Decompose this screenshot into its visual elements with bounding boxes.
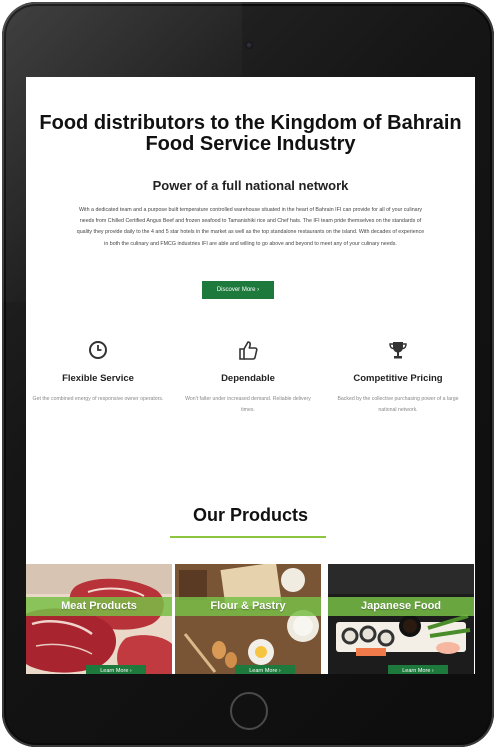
hero-subtitle: Power of a full national network — [152, 178, 349, 193]
product-name: Japanese Food — [328, 597, 474, 616]
feature-description: Backed by the collective purchasing powe… — [337, 396, 459, 413]
products-heading: Our Products — [192, 505, 308, 525]
feature-flexible-service: Flexible Service Get the combined energy… — [28, 339, 168, 405]
learn-more-button[interactable]: Learn More › — [235, 665, 295, 674]
heading-underline — [170, 536, 326, 538]
thumbs-up-icon — [239, 341, 258, 360]
feature-competitive-pricing: Competitive Pricing Backed by the collec… — [328, 339, 468, 415]
product-card-flour[interactable]: Flour & Pastry Learn More › — [175, 564, 321, 674]
trophy-icon — [389, 342, 407, 359]
product-card-japanese[interactable]: Japanese Food Learn More › — [328, 564, 474, 674]
clock-icon — [89, 341, 107, 359]
feature-description: Get the combined energy of responsive ow… — [32, 396, 164, 402]
feature-dependable: Dependable Won't falter under increased … — [178, 339, 318, 415]
hero-title: Food distributors to the Kingdom of Bahr… — [39, 112, 462, 155]
feature-title: Flexible Service — [62, 373, 134, 384]
product-card-meat[interactable]: Meat Products Learn More › — [26, 564, 172, 674]
product-name: Flour & Pastry — [175, 597, 321, 616]
feature-title: Competitive Pricing — [353, 373, 443, 384]
japanese-food-image — [328, 564, 474, 674]
learn-more-button[interactable]: Learn More › — [388, 665, 448, 674]
hero-description: With a dedicated team and a purpose buil… — [76, 207, 425, 247]
website-screen: Food distributors to the Kingdom of Bahr… — [26, 77, 475, 674]
home-button[interactable] — [230, 692, 268, 730]
flour-pastry-image — [175, 564, 321, 674]
learn-more-button[interactable]: Learn More › — [86, 665, 146, 674]
feature-title: Dependable — [221, 373, 275, 384]
camera-icon — [245, 41, 253, 49]
feature-description: Won't falter under increased demand. Rel… — [185, 396, 311, 413]
tablet-frame: Food distributors to the Kingdom of Bahr… — [2, 2, 494, 747]
product-name: Meat Products — [26, 597, 172, 616]
meat-image — [26, 564, 172, 674]
discover-more-button[interactable]: Discover More › — [202, 281, 274, 299]
